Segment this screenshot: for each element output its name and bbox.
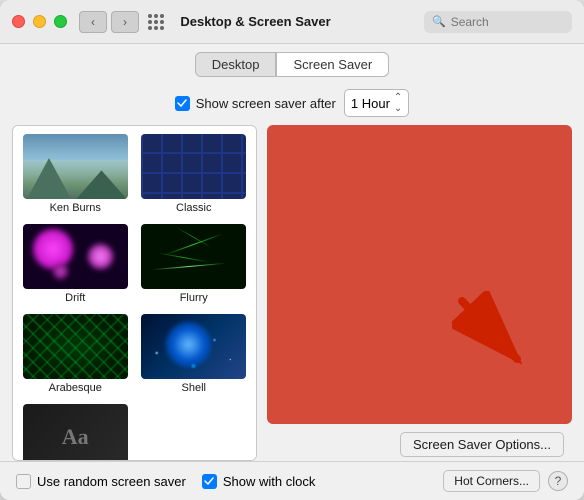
list-item[interactable]: Ken Burns [19,132,132,216]
list-item[interactable]: Drift [19,222,132,306]
list-item[interactable]: graphy bular lexico Word of the Day [138,402,251,461]
list-item[interactable]: Aa Message [19,402,132,461]
show-after-text: Show screen saver after [196,96,336,111]
hot-corners-button[interactable]: Hot Corners... [443,470,540,492]
options-row: Show screen saver after 1 Hour ⌃⌄ [0,85,584,125]
search-icon: 🔍 [432,15,446,28]
help-button[interactable]: ? [548,471,568,491]
time-value: 1 Hour [351,96,390,111]
saver-label: Ken Burns [50,202,101,214]
saver-thumbnail: graphy bular lexico [141,404,246,461]
random-checkbox[interactable] [16,474,31,489]
window-controls [12,15,67,28]
bottom-bar: Use random screen saver Show with clock … [0,461,584,500]
checkmark-icon [177,99,187,107]
saver-label: Classic [176,202,211,214]
window-title: Desktop & Screen Saver [87,14,424,29]
titlebar: ‹ › Desktop & Screen Saver 🔍 [0,0,584,44]
saver-thumbnail [23,224,128,289]
minimize-button[interactable] [33,15,46,28]
saver-thumbnail [141,224,246,289]
show-after-checkbox[interactable] [175,96,190,111]
saver-label: Flurry [180,292,208,304]
preview-area [267,125,572,424]
close-button[interactable] [12,15,25,28]
clock-option: Show with clock [202,474,315,489]
arrow-container [452,291,542,384]
saver-thumbnail [141,134,246,199]
tab-desktop[interactable]: Desktop [195,52,277,77]
saver-thumbnail: Aa [23,404,128,461]
tab-screensaver[interactable]: Screen Saver [276,52,389,77]
saver-label: Drift [65,292,85,304]
search-box[interactable]: 🔍 [424,11,572,33]
saver-label: Arabesque [49,382,102,394]
list-item[interactable]: Arabesque [19,312,132,396]
clock-checkmark-icon [204,477,214,485]
list-item[interactable]: Classic [138,132,251,216]
list-item[interactable]: Shell [138,312,251,396]
screen-saver-options-button[interactable]: Screen Saver Options... [400,432,564,457]
saver-label: Shell [182,382,206,394]
random-label: Use random screen saver [37,474,186,489]
time-dropdown[interactable]: 1 Hour ⌃⌄ [344,89,409,117]
clock-checkbox[interactable] [202,474,217,489]
bottom-left: Use random screen saver [16,474,186,489]
list-item[interactable]: Flurry [138,222,251,306]
saver-thumbnail [141,314,246,379]
tab-bar: Desktop Screen Saver [0,44,584,85]
clock-label: Show with clock [223,474,315,489]
maximize-button[interactable] [54,15,67,28]
saver-thumbnail [23,314,128,379]
search-input[interactable] [451,15,564,29]
bottom-right: Hot Corners... ? [443,470,568,492]
main-content: Ken Burns Classic [0,125,584,461]
arrow-icon [452,291,542,381]
main-window: ‹ › Desktop & Screen Saver 🔍 Desktop Scr… [0,0,584,500]
saver-grid: Ken Burns Classic [19,132,250,461]
saver-thumbnail [23,134,128,199]
saver-list[interactable]: Ken Burns Classic [12,125,257,461]
preview-panel: Screen Saver Options... [267,125,572,461]
dropdown-arrow-icon: ⌃⌄ [394,92,402,114]
show-after-label: Show screen saver after [175,96,336,111]
